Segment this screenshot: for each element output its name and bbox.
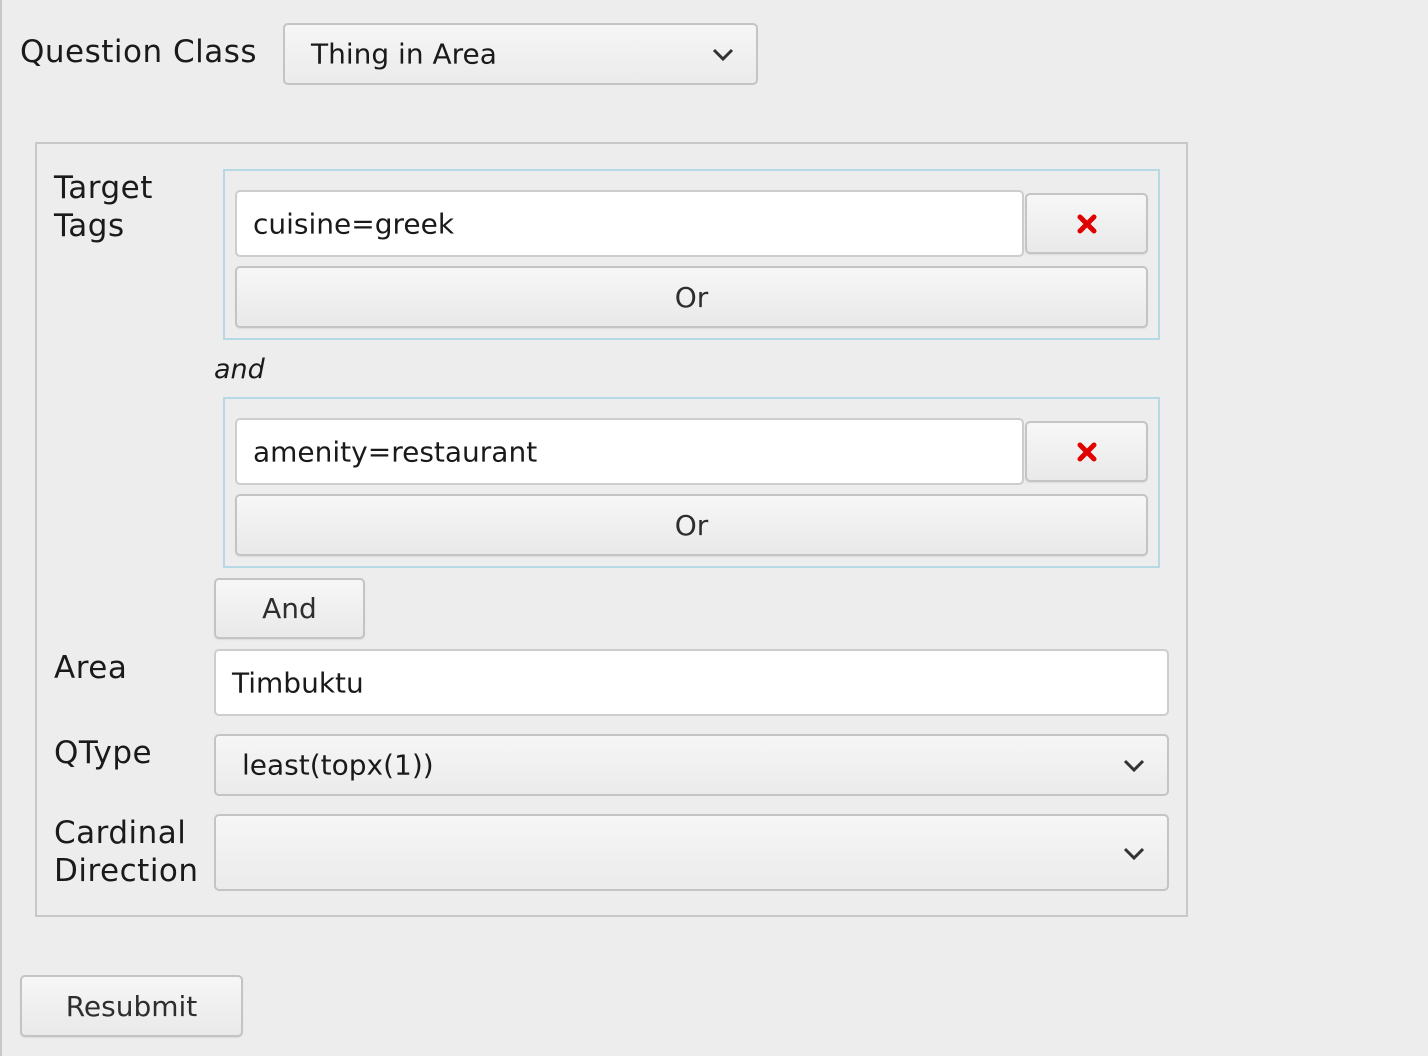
chevron-down-icon [1123,847,1145,860]
and-conjunction-label: and [214,354,265,385]
tag-input[interactable]: cuisine=greek [235,190,1024,257]
and-button[interactable]: And [214,578,365,639]
remove-tag-button[interactable] [1025,193,1148,254]
close-x-icon [1077,442,1096,461]
close-x-icon [1077,214,1096,233]
question-class-label: Question Class [20,34,258,70]
qtype-select[interactable]: least(topx(1)) [214,734,1169,796]
question-class-selected-value: Thing in Area [311,37,497,71]
question-class-select[interactable]: Thing in Area [283,23,758,85]
resubmit-button[interactable]: Resubmit [20,975,243,1037]
or-button[interactable]: Or [235,266,1148,328]
cardinal-direction-select[interactable] [214,814,1169,891]
chevron-down-icon [1123,759,1145,773]
tag-input[interactable]: amenity=restaurant [235,418,1024,485]
area-label: Area [54,650,128,686]
target-tags-label: Target Tags [54,170,153,244]
qtype-label: QType [54,735,153,771]
or-button[interactable]: Or [235,494,1148,556]
cardinal-direction-label: Cardinal Direction [54,815,199,889]
chevron-down-icon [712,48,734,62]
qtype-selected-value: least(topx(1)) [242,748,434,782]
area-input[interactable]: Timbuktu [214,649,1169,716]
window-left-border [0,0,2,1056]
remove-tag-button[interactable] [1025,421,1148,482]
question-form-page: Question Class Thing in Area Target Tags… [0,0,1428,1056]
